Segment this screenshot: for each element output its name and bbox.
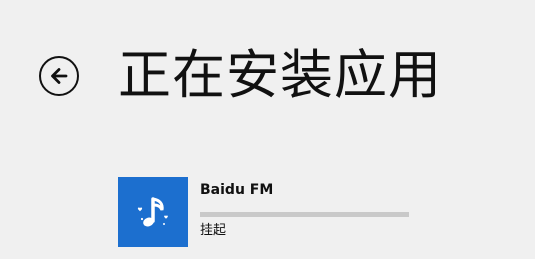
install-status: 挂起 [200,223,227,238]
arrow-left-icon [51,68,68,84]
page-title: 正在安装应用 [118,45,442,106]
back-button[interactable] [39,56,79,96]
app-tile [118,177,188,247]
app-name: Baidu FM [200,182,274,198]
install-item[interactable]: Baidu FM 挂起 [118,177,418,249]
music-note-icon [137,197,168,227]
install-progress-bar [200,212,409,217]
